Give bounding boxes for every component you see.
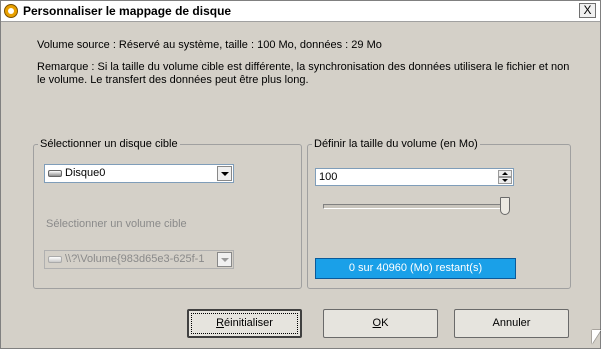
ok-button-label: OK xyxy=(372,317,389,329)
window-title: Personnaliser le mappage de disque xyxy=(23,4,232,18)
chevron-down-icon[interactable] xyxy=(217,252,232,267)
volume-size-value: 100 xyxy=(319,171,338,183)
remaining-space-indicator: 0 sur 40960 (Mo) restant(s) xyxy=(315,258,516,279)
target-volume-select[interactable]: \\?\Volume{983d65e3-625f-1 xyxy=(44,250,234,269)
chevron-down-icon[interactable] xyxy=(217,166,232,181)
cancel-button-label: Annuler xyxy=(492,317,531,329)
reset-button[interactable]: Réinitialiser xyxy=(187,309,302,338)
app-logo-icon xyxy=(4,4,18,18)
mouse-pointer-icon xyxy=(592,330,601,344)
target-disk-group-label: Sélectionner un disque cible xyxy=(40,138,178,150)
title-bar[interactable]: Personnaliser le mappage de disque X xyxy=(1,1,600,22)
hard-drive-icon xyxy=(48,170,62,177)
spin-down-arrow-icon[interactable] xyxy=(498,177,512,184)
target-volume-label: Sélectionner un volume cible xyxy=(46,218,187,230)
target-disk-select[interactable]: Disque0 xyxy=(44,164,234,183)
cancel-button[interactable]: Annuler xyxy=(454,309,569,338)
target-disk-value: Disque0 xyxy=(65,167,106,179)
target-volume-value: \\?\Volume{983d65e3-625f-1 xyxy=(65,253,205,265)
volume-drive-icon xyxy=(48,256,62,263)
remark-text: Remarque : Si la taille du volume cible … xyxy=(37,61,570,86)
volume-size-spinner[interactable]: 100 xyxy=(315,168,514,186)
volume-size-slider-track[interactable] xyxy=(323,204,510,209)
dialog-window: Personnaliser le mappage de disque X Vol… xyxy=(0,0,601,349)
ok-button[interactable]: OK xyxy=(323,309,438,338)
volume-size-group-label: Définir la taille du volume (en Mo) xyxy=(314,138,478,150)
spin-up-arrow-icon[interactable] xyxy=(498,170,512,177)
volume-size-slider-thumb[interactable] xyxy=(500,197,510,215)
close-button[interactable]: X xyxy=(579,3,596,18)
source-volume-info: Volume source : Réservé au système, tail… xyxy=(37,39,382,51)
reset-button-label: Réinitialiser xyxy=(216,317,273,329)
